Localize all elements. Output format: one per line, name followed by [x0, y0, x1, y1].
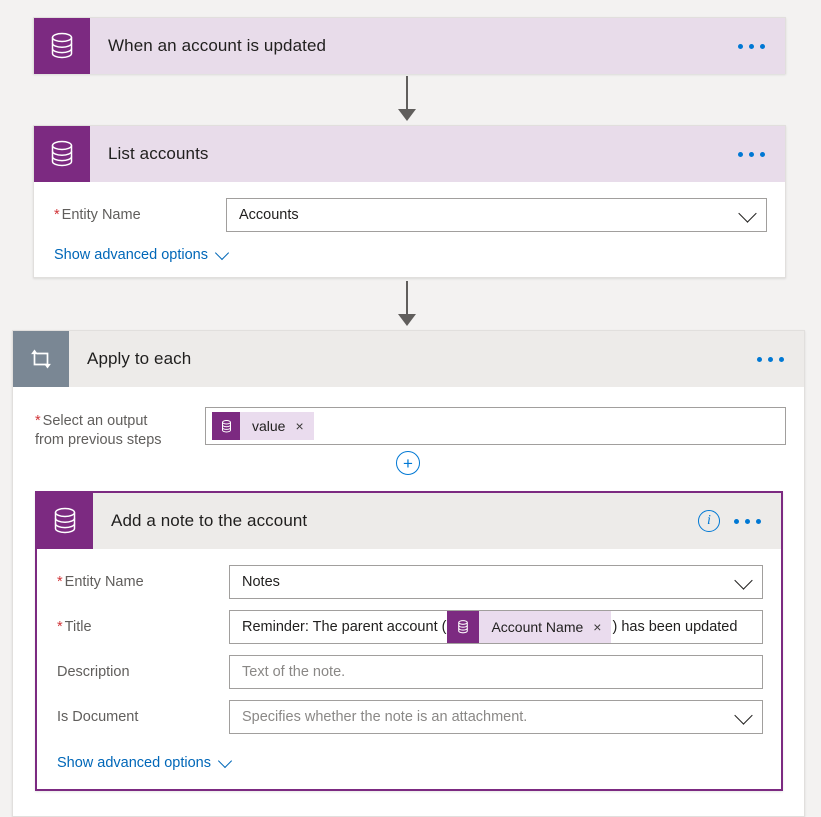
apply-to-each-actions	[757, 331, 804, 387]
apply-to-each-card[interactable]: Apply to each *Select an output from pre…	[12, 330, 805, 817]
trigger-card[interactable]: When an account is updated	[33, 17, 786, 74]
list-accounts-card[interactable]: List accounts *Entity Name Accounts Show…	[33, 125, 786, 278]
info-icon[interactable]: i	[698, 510, 720, 532]
field-label-select-output: *Select an output from previous steps	[35, 407, 205, 450]
database-icon	[37, 493, 93, 549]
chevron-down-icon[interactable]	[734, 706, 752, 724]
chevron-down-icon	[215, 245, 229, 259]
field-label-description: Description	[57, 655, 229, 682]
add-note-actions: i	[698, 493, 781, 549]
title-text-before: Reminder: The parent account (	[242, 619, 446, 635]
field-row-description: Description Text of the note.	[57, 655, 763, 689]
connector-arrow-1	[395, 76, 419, 121]
description-input[interactable]: Text of the note.	[229, 655, 763, 689]
token-label: Account Name	[479, 619, 593, 635]
field-row-entity-name: *Entity Name Notes	[57, 565, 763, 599]
database-icon	[447, 611, 479, 643]
show-advanced-options-link[interactable]: Show advanced options	[57, 755, 230, 771]
required-asterisk: *	[54, 207, 60, 223]
trigger-title: When an account is updated	[90, 18, 738, 74]
connector-arrow-2	[395, 281, 419, 326]
field-label-entity-name: *Entity Name	[54, 198, 226, 225]
dynamic-content-token-account-name[interactable]: Account Name ×	[447, 611, 611, 643]
database-icon	[34, 126, 90, 182]
is-document-placeholder: Specifies whether the note is an attachm…	[242, 709, 527, 725]
chevron-down-icon[interactable]	[738, 204, 756, 222]
entity-name-dropdown[interactable]: Accounts	[226, 198, 767, 232]
description-placeholder: Text of the note.	[242, 664, 345, 680]
list-accounts-body: *Entity Name Accounts Show advanced opti…	[34, 182, 785, 278]
add-action-button[interactable]: +	[396, 451, 420, 475]
required-asterisk: *	[57, 574, 63, 590]
title-input[interactable]: Reminder: The parent account (	[229, 610, 763, 644]
token-label: value	[240, 418, 295, 434]
field-label-title: *Title	[57, 610, 229, 637]
database-icon	[34, 18, 90, 74]
select-output-input[interactable]: value ×	[205, 407, 786, 445]
remove-token-icon[interactable]: ×	[593, 619, 611, 635]
entity-name-dropdown[interactable]: Notes	[229, 565, 763, 599]
field-label-is-document: Is Document	[57, 700, 229, 727]
add-note-title: Add a note to the account	[93, 493, 698, 549]
field-row-is-document: Is Document Specifies whether the note i…	[57, 700, 763, 734]
field-row-select-output: *Select an output from previous steps	[35, 407, 786, 450]
field-row-entity-name: *Entity Name Accounts	[54, 198, 767, 232]
show-advanced-options-label: Show advanced options	[57, 755, 211, 771]
chevron-down-icon	[218, 753, 232, 767]
add-note-header[interactable]: Add a note to the account i	[37, 493, 781, 549]
apply-to-each-header[interactable]: Apply to each	[13, 331, 804, 387]
chevron-down-icon[interactable]	[734, 571, 752, 589]
list-accounts-header[interactable]: List accounts	[34, 126, 785, 182]
entity-name-value: Accounts	[239, 207, 299, 223]
title-text-after: ) has been updated	[612, 619, 737, 635]
flow-designer-canvas: When an account is updated Lis	[0, 0, 821, 817]
list-accounts-actions	[738, 126, 785, 182]
add-note-card[interactable]: Add a note to the account i *Entity Name…	[35, 491, 783, 791]
trigger-card-header[interactable]: When an account is updated	[34, 18, 785, 74]
dynamic-content-token-value[interactable]: value ×	[212, 412, 314, 440]
plus-icon: +	[403, 455, 413, 472]
remove-token-icon[interactable]: ×	[295, 418, 313, 434]
more-options-icon[interactable]	[757, 357, 784, 362]
required-asterisk: *	[57, 619, 63, 635]
list-accounts-title: List accounts	[90, 126, 738, 182]
apply-to-each-body: *Select an output from previous steps	[13, 387, 804, 450]
more-options-icon[interactable]	[734, 519, 761, 524]
entity-name-value: Notes	[242, 574, 280, 590]
database-icon	[212, 412, 240, 440]
more-options-icon[interactable]	[738, 44, 765, 49]
field-label-entity-name: *Entity Name	[57, 565, 229, 592]
show-advanced-options-label: Show advanced options	[54, 247, 208, 263]
is-document-dropdown[interactable]: Specifies whether the note is an attachm…	[229, 700, 763, 734]
required-asterisk: *	[35, 413, 41, 429]
trigger-actions	[738, 18, 785, 74]
more-options-icon[interactable]	[738, 152, 765, 157]
loop-icon	[13, 331, 69, 387]
add-note-body: *Entity Name Notes *Title Reminder: The …	[37, 549, 781, 786]
apply-to-each-title: Apply to each	[69, 331, 757, 387]
show-advanced-options-link[interactable]: Show advanced options	[54, 247, 227, 263]
field-row-title: *Title Reminder: The parent account (	[57, 610, 763, 644]
